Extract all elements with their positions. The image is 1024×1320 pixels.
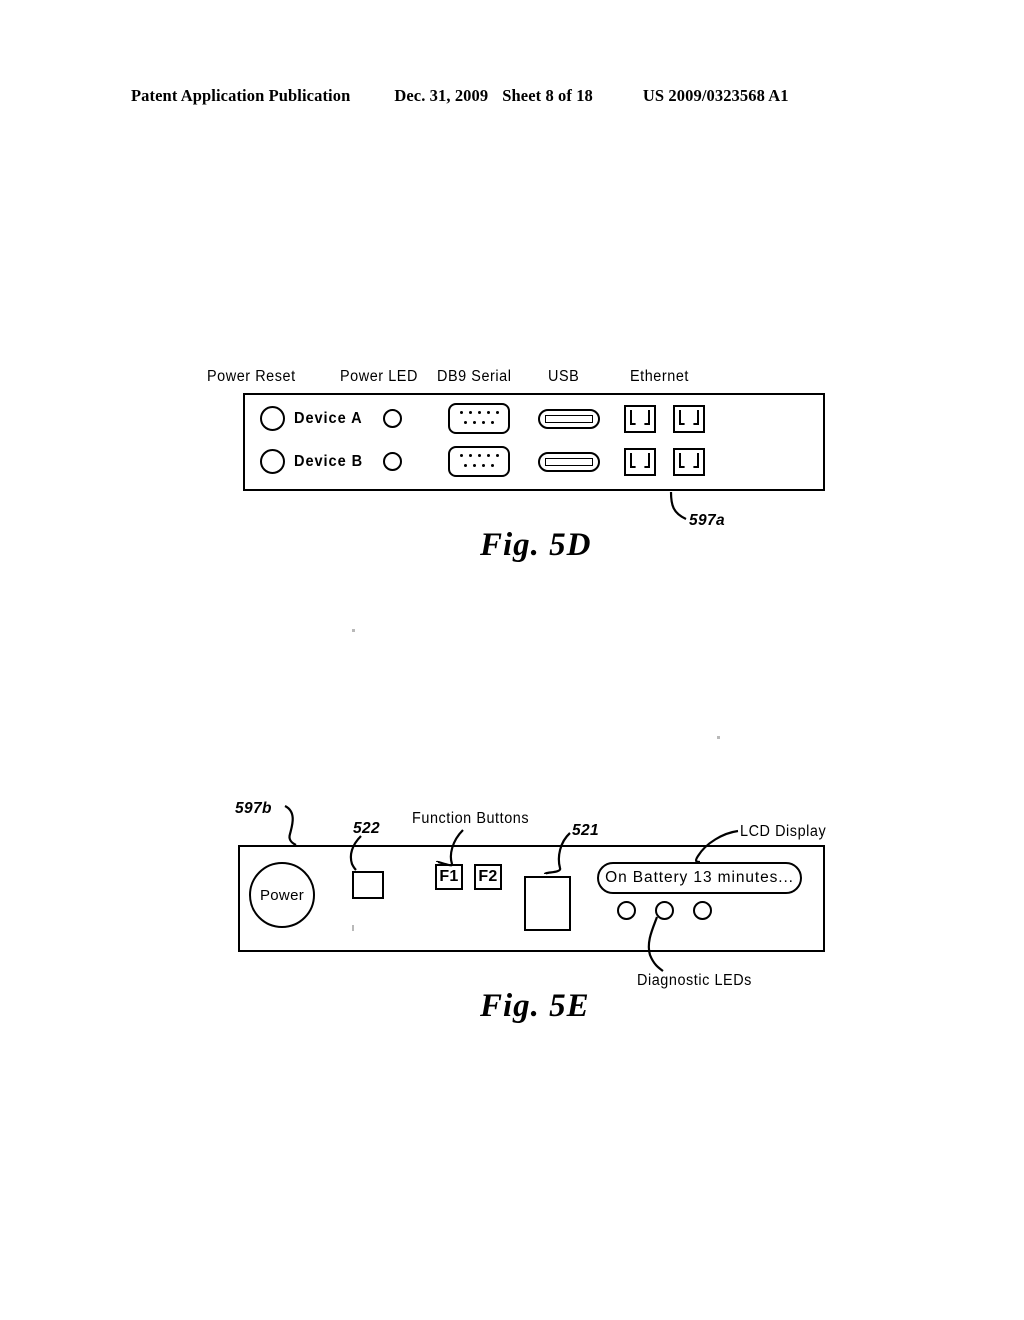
scan-artifact <box>352 925 354 931</box>
page-header: Patent Application Publication Dec. 31, … <box>131 86 891 110</box>
diagnostic-led-3 <box>693 901 712 920</box>
reference-numeral-597a: 597a <box>689 512 726 529</box>
power-reset-button-device-b[interactable] <box>260 449 285 474</box>
label-function-buttons: Function Buttons <box>412 810 530 827</box>
label-ethernet: Ethernet <box>630 368 689 385</box>
device-rear-panel: Device A Device B <box>243 393 825 491</box>
label-db9-serial: DB9 Serial <box>437 368 512 385</box>
label-power-reset: Power Reset <box>207 368 296 385</box>
function-key-f2[interactable]: F2 <box>474 864 502 890</box>
scan-artifact <box>717 736 720 739</box>
label-usb: USB <box>548 368 580 385</box>
reference-numeral-522: 522 <box>353 820 381 837</box>
label-power-led: Power LED <box>340 368 418 385</box>
label-lcd-display: LCD Display <box>740 823 827 840</box>
ethernet-port-device-a-1[interactable] <box>624 405 656 433</box>
ethernet-port-device-b-2[interactable] <box>673 448 705 476</box>
button-522[interactable] <box>352 871 384 899</box>
ethernet-port-device-b-1[interactable] <box>624 448 656 476</box>
reference-numeral-597b: 597b <box>235 800 272 817</box>
device-a-label: Device A <box>294 410 363 427</box>
publication-date: Dec. 31, 2009 <box>394 86 489 105</box>
device-front-panel: Power F1 F2 On Battery 13 minutes... <box>238 845 825 952</box>
power-led-device-b <box>383 452 402 471</box>
patent-number: US 2009/0323568 A1 <box>642 86 789 105</box>
db9-serial-port-device-b[interactable] <box>448 446 510 477</box>
label-diagnostic-leds: Diagnostic LEDs <box>637 972 752 989</box>
diagnostic-led-1 <box>617 901 636 920</box>
button-521[interactable] <box>524 876 571 931</box>
power-button[interactable]: Power <box>249 862 315 928</box>
scan-artifact <box>352 629 355 632</box>
ethernet-port-device-a-2[interactable] <box>673 405 705 433</box>
leader-lines <box>284 491 739 972</box>
device-b-label: Device B <box>294 453 364 470</box>
usb-port-device-a[interactable] <box>538 409 600 429</box>
power-reset-button-device-a[interactable] <box>260 406 285 431</box>
power-led-device-a <box>383 409 402 428</box>
diagnostic-led-2 <box>655 901 674 920</box>
publication-title: Patent Application Publication <box>131 86 351 105</box>
lcd-display: On Battery 13 minutes... <box>597 862 802 894</box>
db9-serial-port-device-a[interactable] <box>448 403 510 434</box>
function-key-f1[interactable]: F1 <box>435 864 463 890</box>
figure-5e-caption: Fig. 5E <box>480 988 590 1024</box>
usb-port-device-b[interactable] <box>538 452 600 472</box>
reference-numeral-521: 521 <box>572 822 600 839</box>
figure-5d-caption: Fig. 5D <box>480 527 592 563</box>
sheet-number: Sheet 8 of 18 <box>502 86 593 105</box>
